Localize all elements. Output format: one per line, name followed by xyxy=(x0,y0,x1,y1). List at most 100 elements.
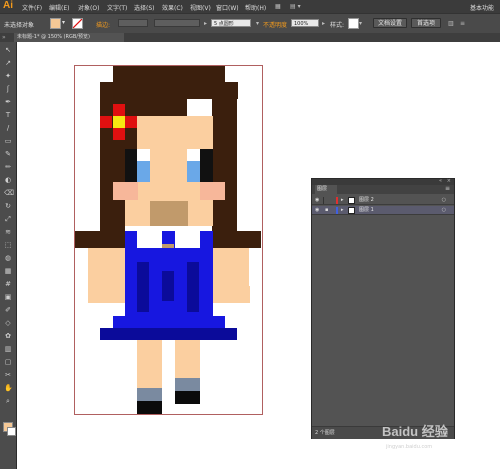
opacity-label[interactable]: 不透明度 xyxy=(263,20,287,29)
sock-right[interactable] xyxy=(175,378,200,391)
panel-close-icon[interactable]: × xyxy=(447,178,451,184)
hand-icon[interactable]: ✋ xyxy=(4,384,13,392)
menu-help[interactable]: 帮助(H) xyxy=(245,3,266,12)
perspective-icon[interactable]: ▦ xyxy=(4,267,12,275)
panel-menu-icon[interactable]: ≡ xyxy=(445,185,450,192)
direct-selection-icon[interactable]: ↗ xyxy=(4,59,12,67)
shoe-left[interactable] xyxy=(137,401,162,414)
line-icon[interactable]: / xyxy=(4,124,12,132)
menu-select[interactable]: 选择(S) xyxy=(134,3,155,12)
collar-right[interactable] xyxy=(175,231,200,249)
panel-collapse-arrows-icon[interactable]: « xyxy=(439,178,442,184)
type-icon[interactable]: T xyxy=(4,111,12,119)
cheek-left[interactable] xyxy=(113,182,138,200)
target-circle-icon[interactable]: ○ xyxy=(442,196,446,205)
artboard-icon[interactable]: ▢ xyxy=(4,358,12,366)
menu-view[interactable]: 视图(V) xyxy=(190,3,211,12)
flower-center[interactable] xyxy=(113,116,125,128)
column-graph-icon[interactable]: ▥ xyxy=(4,345,12,353)
cheek-right[interactable] xyxy=(200,182,225,200)
fill-dropdown-arrow-icon[interactable]: ▾ xyxy=(62,19,65,26)
gradient-icon[interactable]: ▣ xyxy=(4,293,12,301)
document-tab[interactable]: 未标题-1* @ 150% (RGB/预览) xyxy=(14,33,124,42)
preferences-button[interactable]: 首选项 xyxy=(411,18,441,28)
brush-arrow-icon[interactable]: ▸ xyxy=(204,20,207,27)
menu-edit[interactable]: 编辑(E) xyxy=(49,3,69,12)
pencil-icon[interactable]: ✏ xyxy=(4,163,12,171)
pixel-girl-artwork[interactable] xyxy=(75,66,261,416)
hair-bottom-left[interactable] xyxy=(75,231,125,248)
flower-petal-bottom[interactable] xyxy=(113,128,125,140)
shape-builder-icon[interactable]: ◍ xyxy=(4,254,12,262)
eyedropper-icon[interactable]: ✐ xyxy=(4,306,12,314)
hair-bottom-right[interactable] xyxy=(212,231,261,248)
stroke-weight-field[interactable] xyxy=(118,19,148,27)
flower-petal-right[interactable] xyxy=(125,116,137,128)
eye-left-white[interactable] xyxy=(137,149,150,161)
menu-object[interactable]: 对象(O) xyxy=(78,3,99,12)
hair-upper[interactable] xyxy=(100,82,238,99)
mouth[interactable] xyxy=(150,201,188,226)
eye-right-white[interactable] xyxy=(187,149,200,161)
layer-name[interactable]: 图层 1 xyxy=(359,206,374,215)
leg-right[interactable] xyxy=(175,340,200,378)
bangs[interactable] xyxy=(125,99,187,116)
variable-width-profile[interactable] xyxy=(154,19,200,27)
blend-icon[interactable]: ◇ xyxy=(4,319,12,327)
style-dropdown-icon[interactable]: ▾ xyxy=(359,20,362,27)
visibility-eye-icon[interactable]: ◉ xyxy=(315,196,319,205)
layer-row-selected[interactable]: ◉ ▪ ▸ 图层 1 ○ xyxy=(312,206,454,215)
symbol-sprayer-icon[interactable]: ✿ xyxy=(4,332,12,340)
expand-arrow-icon[interactable]: ▸ xyxy=(341,196,344,205)
brush-definition-field[interactable]: 5 点圆形 xyxy=(211,19,251,27)
control-panel-menu-icon[interactable]: ≡ xyxy=(460,20,465,27)
layer-row[interactable]: ◉ ▸ 图层 2 ○ xyxy=(312,196,454,205)
bridge-icon[interactable]: ▦ xyxy=(275,3,281,10)
opacity-field[interactable]: 100% xyxy=(291,19,319,27)
eye-left-outline[interactable] xyxy=(125,149,138,182)
zoom-icon[interactable]: ⌕ xyxy=(4,397,12,405)
workspace-switcher[interactable]: 基本功能 xyxy=(470,3,494,12)
hand-right[interactable] xyxy=(225,286,250,303)
rectangle-icon[interactable]: ▭ xyxy=(4,137,12,145)
fill-swatch[interactable] xyxy=(50,18,61,29)
leg-left[interactable] xyxy=(137,340,162,388)
free-transform-icon[interactable]: ⬚ xyxy=(4,241,12,249)
magic-wand-icon[interactable]: ✦ xyxy=(4,72,12,80)
menu-window[interactable]: 窗口(W) xyxy=(216,3,239,12)
hair-side-right[interactable] xyxy=(212,99,237,249)
dress-hem[interactable] xyxy=(100,328,237,340)
menu-type[interactable]: 文字(T) xyxy=(107,3,127,12)
graphic-style-swatch[interactable] xyxy=(348,18,359,29)
scale-icon[interactable]: ⤢ xyxy=(4,215,12,223)
flower-petal-left[interactable] xyxy=(100,116,112,128)
slice-icon[interactable]: ✂ xyxy=(4,371,12,379)
dress-shade-left[interactable] xyxy=(137,262,149,312)
opacity-arrow-icon[interactable]: ▸ xyxy=(322,20,325,27)
align-icon[interactable]: ▥ xyxy=(448,20,454,27)
tab-layers[interactable]: 图层 xyxy=(315,185,337,194)
dress-shade-mid[interactable] xyxy=(162,271,174,301)
expand-arrow-icon[interactable]: ▸ xyxy=(341,206,344,215)
arrange-documents-icon[interactable]: ▤ ▾ xyxy=(290,3,301,10)
width-icon[interactable]: ≋ xyxy=(4,228,12,236)
target-circle-icon[interactable]: ○ xyxy=(442,206,446,215)
collar-left[interactable] xyxy=(137,231,162,249)
stroke-color-box[interactable] xyxy=(7,427,16,436)
sock-left[interactable] xyxy=(137,388,162,401)
selection-icon[interactable]: ↖ xyxy=(4,46,12,54)
eraser-icon[interactable]: ⌫ xyxy=(4,189,14,197)
visibility-eye-icon[interactable]: ◉ xyxy=(315,206,319,215)
dress-skirt[interactable] xyxy=(113,316,225,328)
paintbrush-icon[interactable]: ✎ xyxy=(4,150,12,158)
brush-dropdown-icon[interactable]: ▾ xyxy=(256,20,259,27)
layer-name[interactable]: 图层 2 xyxy=(359,196,374,205)
stroke-label[interactable]: 描边: xyxy=(96,20,110,29)
stroke-swatch[interactable] xyxy=(72,18,83,29)
shoe-right[interactable] xyxy=(175,391,200,404)
dress-shade-right[interactable] xyxy=(187,262,199,312)
mesh-icon[interactable]: # xyxy=(4,280,12,288)
hand-left[interactable] xyxy=(88,286,113,303)
rotate-icon[interactable]: ↻ xyxy=(4,202,12,210)
lasso-icon[interactable]: ʃ xyxy=(4,85,12,93)
